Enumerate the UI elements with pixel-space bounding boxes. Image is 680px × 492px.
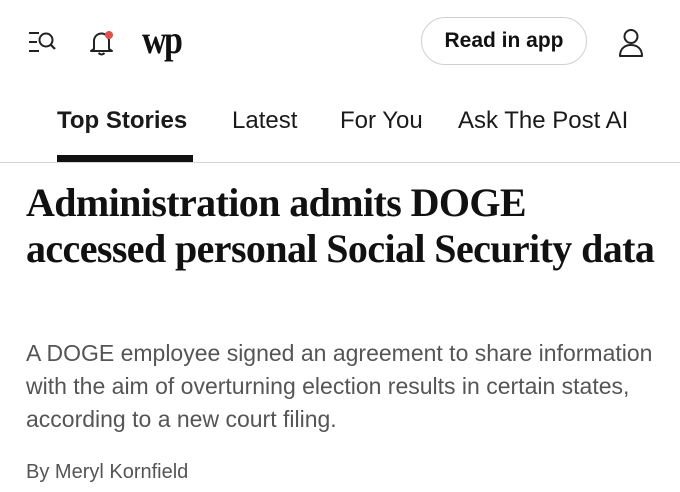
bell-icon[interactable] (86, 26, 118, 58)
author-name[interactable]: Meryl Kornfield (55, 461, 188, 483)
tab-for-you[interactable]: For You (340, 106, 423, 136)
byline: By Meryl Kornfield (26, 459, 188, 485)
read-in-app-button[interactable]: Read in app (421, 17, 587, 65)
top-bar: wp Read in app (0, 0, 680, 84)
tabs-divider (0, 162, 680, 163)
notification-dot (105, 31, 113, 39)
article-headline[interactable]: Administration admits DOGE accessed pers… (26, 180, 656, 272)
byline-prefix: By (26, 461, 50, 483)
tab-ask-the-post-ai[interactable]: Ask The Post AI (458, 106, 628, 136)
washington-post-logo[interactable]: wp (142, 18, 183, 62)
menu-search-icon[interactable] (26, 26, 58, 58)
tab-top-stories[interactable]: Top Stories (57, 106, 187, 136)
article-dek: A DOGE employee signed an agreement to s… (26, 340, 653, 432)
tab-latest[interactable]: Latest (232, 106, 297, 136)
section-tabs: Top Stories Latest For You Ask The Post … (0, 92, 680, 163)
account-icon[interactable] (614, 26, 648, 60)
active-tab-indicator (57, 155, 193, 162)
